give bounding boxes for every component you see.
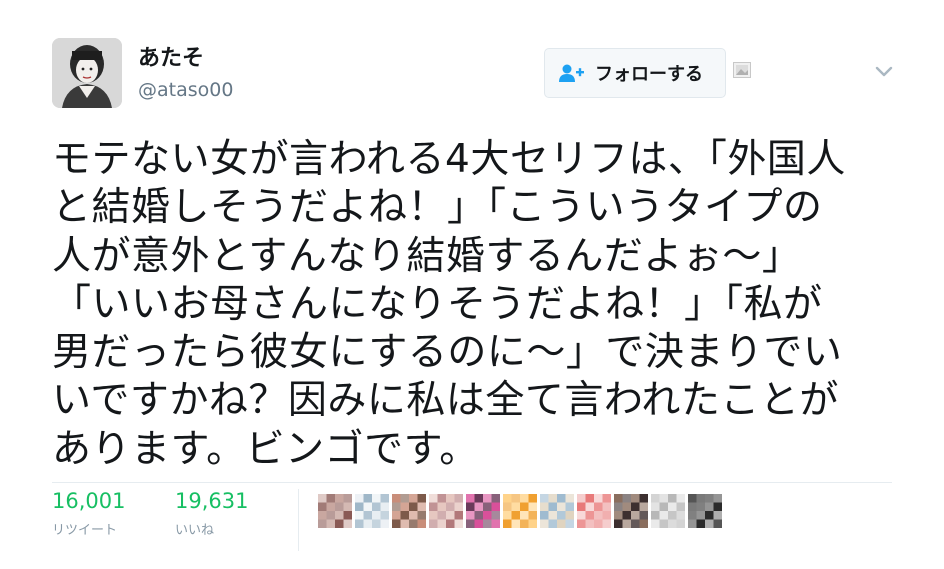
follow-button[interactable]: フォローする [544,48,726,98]
liker-avatar[interactable] [540,494,574,528]
liker-avatar[interactable] [688,494,722,528]
liker-avatar[interactable] [577,494,611,528]
retweet-stat[interactable]: 16,001 リツイート [52,489,125,538]
author-handle[interactable]: @ataso00 [138,79,233,101]
like-stat[interactable]: 19,631 いいね [175,489,248,538]
author-avatar[interactable] [52,38,122,108]
retweet-label: リツイート [52,523,118,538]
liker-avatar[interactable] [355,494,389,528]
liker-avatar[interactable] [392,494,426,528]
liker-avatar[interactable] [651,494,685,528]
author-name[interactable]: あたそ [138,40,204,72]
liker-avatar[interactable] [614,494,648,528]
cached-image-icon [733,62,751,78]
liker-avatars [318,494,725,528]
chevron-down-icon[interactable] [874,64,894,78]
retweet-count: 16,001 [52,489,126,513]
liker-avatar[interactable] [466,494,500,528]
add-user-icon [559,64,584,82]
stats-divider [52,482,892,483]
tweet-text: モテない女が言われる4大セリフは、「外国人 と結婚しそうだよね！」「こういうタイ… [52,137,846,472]
liker-avatar[interactable] [318,494,352,528]
liker-avatar[interactable] [503,494,537,528]
like-label: いいね [175,523,215,538]
like-count: 19,631 [175,489,249,513]
follow-button-label: フォローする [595,64,703,85]
stats-vertical-divider [298,489,299,551]
liker-avatar[interactable] [429,494,463,528]
